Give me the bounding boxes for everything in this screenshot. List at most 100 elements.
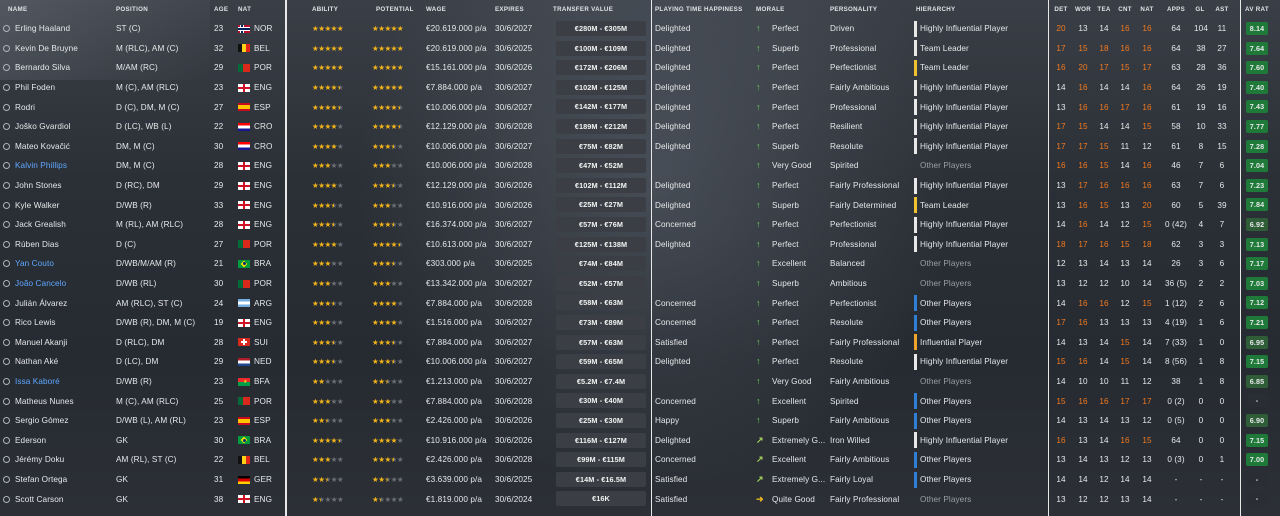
table-row[interactable]: Rodri D (C), DM, M (C) 27 ESP ★★★★ ★ ★★★★… [0, 97, 1280, 117]
stat-assists: 6 [1219, 161, 1225, 171]
col-name[interactable]: NAME [8, 0, 88, 19]
player-status-icon [3, 319, 10, 327]
table-row[interactable]: Matheus Nunes M (C), AM (RLC) 25 POR ★★★… [0, 391, 1280, 411]
average-rating: 7.60 [1246, 61, 1268, 75]
table-row[interactable]: Issa Kaboré D/WB (R) 23 ★ BFA ★★ ★ ★ ★ ★★ ★ ★ ★… [0, 372, 1280, 392]
player-name[interactable]: Joško Gvardiol [15, 122, 71, 131]
flag-icon [238, 122, 250, 131]
table-row[interactable]: Nathan Aké D (LC), DM 29 NED ★★★ ★ ★ ★★★ ★ ★… [0, 352, 1280, 372]
col-apps[interactable]: APPS [1164, 0, 1188, 19]
table-row[interactable]: Manuel Akanji D (RLC), DM 28 SUI ★★★ ★ ★ ★… [0, 333, 1280, 353]
col-wor[interactable]: WOR [1073, 0, 1093, 19]
table-row[interactable]: Kyle Walker D/WB (R) 33 ENG ★★★ ★ ★ ★★★ ★ ★ … [0, 195, 1280, 215]
col-cnt[interactable]: CNT [1116, 0, 1134, 19]
potential-stars: ★★★★★ [372, 43, 404, 53]
col-nat[interactable]: NAT [238, 0, 262, 19]
col-expires[interactable]: EXPIRES [495, 0, 545, 19]
player-name[interactable]: Ederson [15, 436, 46, 445]
table-row[interactable]: Bernardo Silva M/AM (RC) 29 POR ★★★★★ ★★… [0, 58, 1280, 78]
player-name[interactable]: Scott Carson [15, 495, 64, 504]
player-name[interactable]: Jack Grealish [15, 220, 66, 229]
player-name[interactable]: Kalvin Phillips [15, 161, 67, 170]
col-personality[interactable]: PERSONALITY [830, 0, 900, 19]
player-name[interactable]: Julián Álvarez [15, 299, 67, 308]
attr-cnt: 14 [1120, 161, 1130, 171]
player-age: 22 [214, 455, 224, 465]
col-position[interactable]: POSITION [116, 0, 196, 19]
player-nationality: GER [254, 475, 273, 485]
col-avrat[interactable]: AV RAT [1242, 0, 1272, 19]
potential-stars: ★★★★★ [372, 298, 404, 308]
col-ast[interactable]: AST [1214, 0, 1230, 19]
player-name[interactable]: Yan Couto [15, 259, 54, 268]
player-name[interactable]: Kyle Walker [15, 201, 59, 210]
player-name[interactable]: Rico Lewis [15, 318, 56, 327]
col-ability[interactable]: ABILITY [312, 0, 362, 19]
table-row[interactable]: Ederson GK 30 BRA ★★★★ ★ ★★★★ ★ €10.916.00… [0, 431, 1280, 451]
player-name[interactable]: Issa Kaboré [15, 377, 60, 386]
col-potential[interactable]: POTENTIAL [376, 0, 426, 19]
player-name[interactable]: Erling Haaland [15, 24, 70, 33]
col-wage[interactable]: WAGE [426, 0, 476, 19]
player-name[interactable]: Nathan Aké [15, 357, 58, 366]
col-hierarchy[interactable]: HIERARCHY [916, 0, 986, 19]
table-row[interactable]: Rúben Dias D (C) 27 POR ★★★★ ★ ★★★★ ★ €10.… [0, 235, 1280, 255]
hierarchy-bar [914, 334, 917, 351]
col-natc[interactable]: NAT [1138, 0, 1156, 19]
attr-wor: 16 [1078, 161, 1088, 171]
col-pt-happiness[interactable]: PLAYING TIME HAPPINESS [655, 0, 745, 19]
stat-goals: 28 [1196, 63, 1206, 73]
player-name[interactable]: Manuel Akanji [15, 338, 67, 347]
col-tea[interactable]: TEA [1095, 0, 1113, 19]
table-row[interactable]: Julián Álvarez AM (RLC), ST (C) 24 ARG ★… [0, 293, 1280, 313]
player-name[interactable]: Mateo Kovačić [15, 142, 70, 151]
table-row[interactable]: Rico Lewis D/WB (R), DM, M (C) 19 ENG ★★… [0, 313, 1280, 333]
player-name[interactable]: Rodri [15, 103, 35, 112]
player-name[interactable]: Phil Foden [15, 83, 55, 92]
potential-stars: ★★★★★ [372, 494, 404, 504]
table-row[interactable]: Kalvin Phillips DM, M (C) 28 ENG ★★★ ★ ★ ★… [0, 156, 1280, 176]
player-name[interactable]: Jérémy Doku [15, 455, 64, 464]
stat-assists: 33 [1217, 122, 1227, 132]
table-row[interactable]: Jack Grealish M (RL), AM (RLC) 28 ENG ★★… [0, 215, 1280, 235]
table-row[interactable]: Sergio Gómez D/WB (L), AM (RL) 23 ESP ★★… [0, 411, 1280, 431]
player-name[interactable]: Stefan Ortega [15, 475, 67, 484]
player-position: DM, M (C) [116, 141, 155, 151]
table-row[interactable]: Stefan Ortega GK 31 GER ★★ ★ ★ ★ ★★ ★ ★ ★ €3.6… [0, 470, 1280, 490]
table-row[interactable]: Scott Carson GK 38 ENG ★ ★ ★ ★ ★ ★ ★ ★ ★ ★ €1.81… [0, 489, 1280, 509]
table-row[interactable]: Kevin De Bruyne M (RLC), AM (C) 32 BEL ★… [0, 39, 1280, 59]
player-nationality: ENG [254, 200, 273, 210]
attr-nat: 20 [1142, 200, 1152, 210]
player-name[interactable]: Matheus Nunes [15, 397, 74, 406]
player-nationality: ARG [254, 298, 273, 308]
table-row[interactable]: Jérémy Doku AM (RL), ST (C) 22 BEL ★★★ ★ ★… [0, 450, 1280, 470]
table-row[interactable]: Joško Gvardiol D (LC), WB (L) 22 CRO ★★★… [0, 117, 1280, 137]
table-row[interactable]: Erling Haaland ST (C) 23 NOR ★★★★★ ★★★★★… [0, 19, 1280, 39]
col-morale[interactable]: MORALE [756, 0, 806, 19]
col-transfer-value[interactable]: TRANSFER VALUE [553, 0, 643, 19]
player-name[interactable]: João Cancelo [15, 279, 66, 288]
player-morale: Perfect [772, 83, 799, 93]
col-det[interactable]: DET [1052, 0, 1070, 19]
attr-wor: 16 [1078, 298, 1088, 308]
ability-stars: ★★★★★ [312, 181, 344, 191]
player-name[interactable]: Kevin De Bruyne [15, 44, 78, 53]
table-row[interactable]: Mateo Kovačić DM, M (C) 30 CRO ★★★★ ★ ★★★… [0, 137, 1280, 157]
player-name[interactable]: Bernardo Silva [15, 63, 70, 72]
table-row[interactable]: Phil Foden M (C), AM (RLC) 23 ENG ★★★★ ★ … [0, 78, 1280, 98]
table-row[interactable]: John Stones D (RC), DM 29 ENG ★★★★ ★ ★★★ ★… [0, 176, 1280, 196]
attr-det: 16 [1056, 161, 1066, 171]
player-expires: 30/6/2025 [495, 259, 533, 269]
arrow-up-icon: ↑ [756, 62, 761, 73]
col-gl[interactable]: GL [1192, 0, 1208, 19]
table-row[interactable]: João Cancelo D/WB (RL) 30 POR ★★★ ★ ★ ★★★ ★… [0, 274, 1280, 294]
player-name[interactable]: Sergio Gómez [15, 416, 69, 425]
player-name[interactable]: John Stones [15, 181, 62, 190]
arrow-up-icon: ↑ [756, 317, 761, 328]
potential-stars: ★★★★★ [372, 181, 404, 191]
player-name[interactable]: Rúben Dias [15, 240, 59, 249]
col-age[interactable]: AGE [214, 0, 234, 19]
attr-cnt: 16 [1120, 43, 1130, 53]
flag-icon [238, 240, 250, 249]
table-row[interactable]: Yan Couto D/WB/M/AM (R) 21 BRA ★★★ ★ ★ ★★★… [0, 254, 1280, 274]
